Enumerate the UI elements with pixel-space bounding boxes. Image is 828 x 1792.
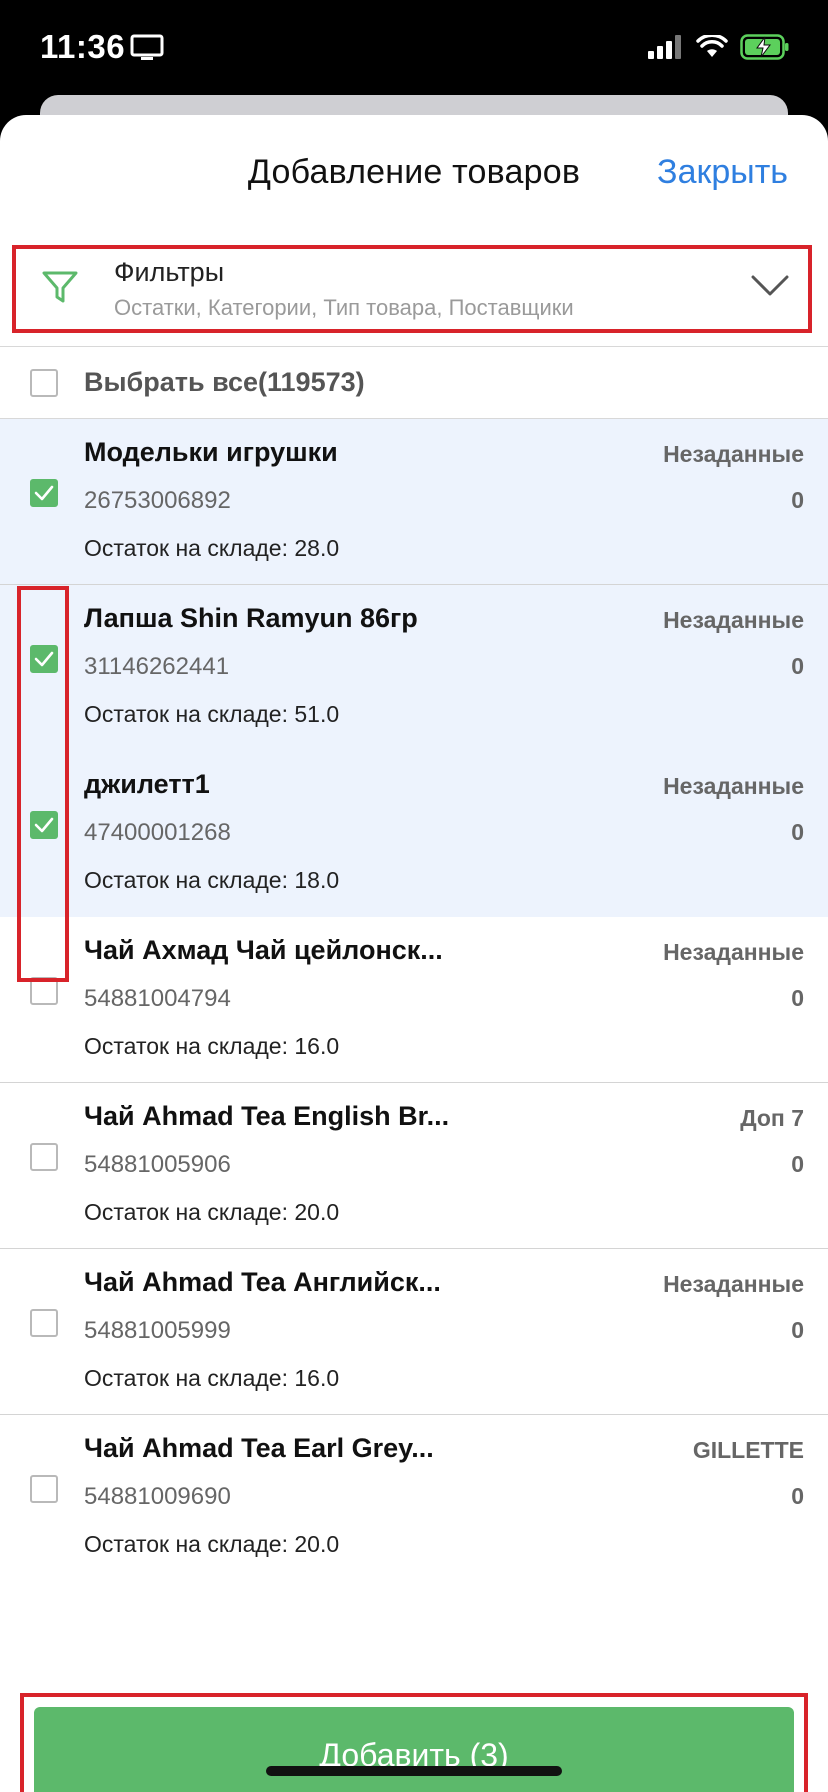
product-list: Модельки игрушки 26753006892 Остаток на … [0,419,828,1579]
checkmark-icon [34,485,54,501]
item-category: Незаданные [663,773,804,799]
list-item[interactable]: Лапша Shin Ramyun 86гр 31146262441 Остат… [0,585,828,751]
home-indicator[interactable] [266,1766,562,1776]
sheet-header: Добавление товаров Закрыть [0,115,828,230]
add-button-highlight: Добавить (3) [20,1693,808,1792]
select-all-row[interactable]: Выбрать все(119573) [0,347,828,419]
item-name: Чай Ahmad Tea English Br... [84,1101,450,1131]
filters-summary: Остатки, Категории, Тип товара, Поставщи… [114,295,574,320]
add-products-sheet: Добавление товаров Закрыть Фильтры Остат… [0,115,828,1792]
item-code: 47400001268 [84,819,231,846]
list-item[interactable]: Чай Ahmad Tea English Br... 54881005906 … [0,1083,828,1249]
screen-mirroring-icon [130,34,164,67]
select-all-label: Выбрать все(119573) [84,367,365,397]
item-quantity: 0 [791,653,804,679]
select-all-checkbox[interactable] [30,369,58,397]
item-name: Лапша Shin Ramyun 86гр [84,603,418,633]
item-code: 54881005999 [84,1317,231,1344]
status-bar: 11:36 [0,0,828,100]
item-category: Незаданные [663,441,804,467]
list-item[interactable]: джилетт1 47400001268 Остаток на складе: … [0,751,828,917]
item-stock: Остаток на складе: 28.0 [84,535,340,561]
item-name: джилетт1 [84,769,210,799]
list-item[interactable]: Модельки игрушки 26753006892 Остаток на … [0,419,828,585]
item-category: Незаданные [663,607,804,633]
item-name: Чай Ахмад Чай цейлонск... [84,935,443,965]
item-name: Модельки игрушки [84,437,338,467]
item-name: Чай Ahmad Tea Earl Grey... [84,1433,434,1463]
item-quantity: 0 [791,819,804,845]
item-checkbox[interactable] [30,1309,58,1337]
item-stock: Остаток на складе: 20.0 [84,1199,340,1225]
wifi-icon [696,35,728,57]
item-quantity: 0 [791,487,804,513]
item-stock: Остаток на складе: 18.0 [84,867,340,893]
item-category: Незаданные [663,939,804,965]
battery-charging-icon [740,34,789,60]
item-stock: Остаток на складе: 51.0 [84,701,340,727]
item-code: 54881004794 [84,985,231,1012]
item-stock: Остаток на складе: 16.0 [84,1365,340,1391]
list-item[interactable]: Чай Ahmad Tea Earl Grey... 54881009690 О… [0,1415,828,1579]
item-category: GILLETTE [692,1437,804,1463]
item-checkbox[interactable] [30,1143,58,1171]
item-quantity: 0 [791,1483,804,1509]
item-category: Доп 7 [740,1105,804,1131]
chevron-down-icon[interactable] [750,273,790,304]
item-quantity: 0 [791,1151,804,1177]
item-code: 54881009690 [84,1483,231,1510]
add-button[interactable]: Добавить (3) [34,1707,794,1792]
list-item[interactable]: Чай Ahmad Tea Английск... 54881005999 Ос… [0,1249,828,1415]
item-quantity: 0 [791,985,804,1011]
filters-title: Фильтры [114,257,225,287]
filters-panel[interactable]: Фильтры Остатки, Категории, Тип товара, … [12,245,812,333]
item-category: Незаданные [663,1271,804,1297]
status-indicators [648,34,790,60]
list-item[interactable]: Чай Ахмад Чай цейлонск... 54881004794 Ос… [0,917,828,1083]
selected-checkboxes-highlight [17,586,69,982]
status-time: 11:36 [40,28,126,65]
item-code: 31146262441 [84,653,230,680]
item-name: Чай Ahmad Tea Английск... [84,1267,441,1297]
close-button[interactable]: Закрыть [657,153,788,192]
item-checkbox[interactable] [30,1475,58,1503]
item-checkbox[interactable] [30,479,58,507]
item-stock: Остаток на складе: 20.0 [84,1531,340,1557]
item-quantity: 0 [791,1317,804,1343]
cellular-signal-icon [648,35,681,59]
item-code: 54881005906 [84,1151,231,1178]
filter-icon [40,267,80,312]
item-stock: Остаток на складе: 16.0 [84,1033,340,1059]
item-code: 26753006892 [84,487,231,514]
